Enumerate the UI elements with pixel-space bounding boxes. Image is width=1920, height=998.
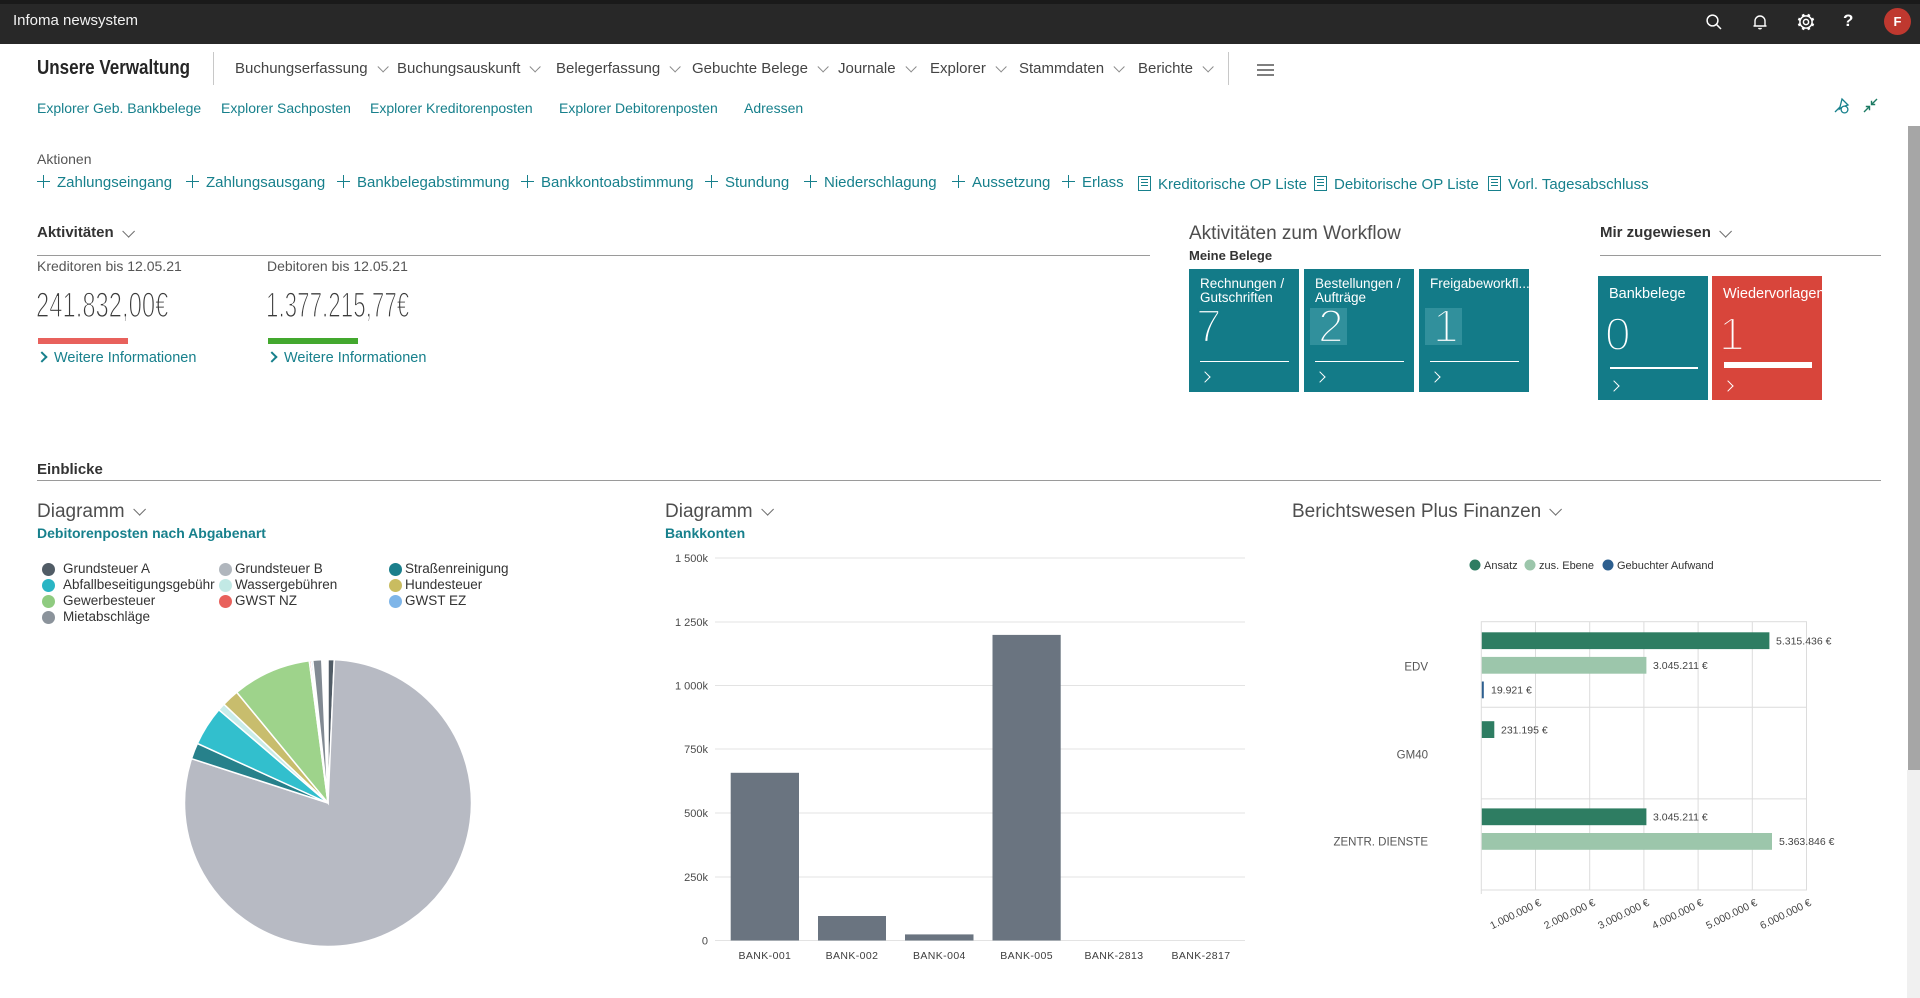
svg-text:3.000.000 €: 3.000.000 € [1596, 897, 1651, 932]
svg-text:250k: 250k [684, 872, 708, 884]
svg-text:1 500k: 1 500k [675, 553, 709, 565]
svg-text:500k: 500k [684, 808, 708, 820]
svg-text:750k: 750k [684, 744, 708, 756]
svg-text:4.000.000 €: 4.000.000 € [1650, 897, 1705, 932]
svg-text:2.000.000 €: 2.000.000 € [1542, 897, 1597, 932]
svg-text:BANK-2813: BANK-2813 [1084, 950, 1143, 962]
svg-text:BANK-002: BANK-002 [826, 950, 879, 962]
svg-text:3.045.211 €: 3.045.211 € [1653, 812, 1708, 824]
svg-text:231.195 €: 231.195 € [1501, 725, 1548, 737]
svg-text:3.045.211 €: 3.045.211 € [1653, 660, 1708, 672]
svg-text:ZENTR. DIENSTE: ZENTR. DIENSTE [1333, 837, 1428, 849]
svg-text:1 250k: 1 250k [675, 617, 709, 629]
svg-text:0: 0 [702, 936, 708, 948]
svg-text:1.000.000 €: 1.000.000 € [1488, 897, 1543, 932]
svg-text:19.921 €: 19.921 € [1491, 685, 1532, 697]
svg-text:zus. Ebene: zus. Ebene [1539, 560, 1594, 572]
svg-text:5.000.000 €: 5.000.000 € [1704, 897, 1759, 932]
svg-text:5.315.436 €: 5.315.436 € [1776, 636, 1832, 648]
svg-text:1 000k: 1 000k [675, 681, 709, 693]
svg-text:5.363.846 €: 5.363.846 € [1779, 836, 1835, 848]
svg-text:BANK-2817: BANK-2817 [1171, 950, 1230, 962]
svg-text:6.000.000 €: 6.000.000 € [1758, 897, 1813, 932]
svg-text:EDV: EDV [1404, 662, 1428, 674]
svg-text:GM40: GM40 [1397, 750, 1428, 762]
svg-text:BANK-005: BANK-005 [1000, 950, 1053, 962]
svg-text:BANK-004: BANK-004 [913, 950, 966, 962]
svg-text:Ansatz: Ansatz [1484, 560, 1518, 572]
svg-text:BANK-001: BANK-001 [738, 950, 791, 962]
svg-text:Gebuchter Aufwand: Gebuchter Aufwand [1617, 560, 1714, 572]
